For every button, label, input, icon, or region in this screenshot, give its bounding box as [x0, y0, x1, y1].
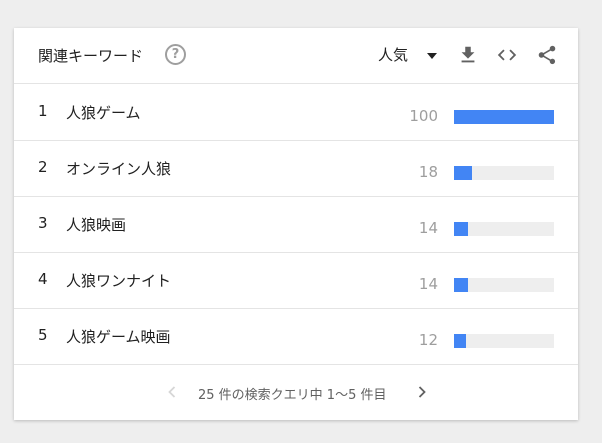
row-term[interactable]: 人狼ゲーム [66, 102, 141, 123]
table-row[interactable]: 2 オンライン人狼 18 [14, 140, 578, 197]
related-queries-card: 関連キーワード ? 人気 1 人狼ゲーム 100 2 オンライン人狼 18 3 … [14, 28, 578, 420]
value-bar [454, 278, 554, 292]
chevron-right-icon[interactable] [414, 384, 430, 400]
pagination-summary: 25 件の検索クエリ中 1〜5 件目 [198, 388, 387, 403]
row-rank: 1 [38, 102, 48, 120]
caret-down-icon[interactable] [427, 53, 437, 59]
share-icon[interactable] [536, 44, 558, 66]
table-row[interactable]: 3 人狼映画 14 [14, 196, 578, 253]
row-term[interactable]: 人狼ワンナイト [66, 270, 171, 291]
value-bar-fill [454, 166, 472, 180]
chevron-left-icon [164, 384, 180, 400]
table-row[interactable]: 5 人狼ゲーム映画 12 [14, 308, 578, 365]
row-rank: 5 [38, 326, 48, 344]
value-bar [454, 110, 554, 124]
row-term[interactable]: 人狼ゲーム映画 [66, 326, 171, 347]
card-header: 関連キーワード ? 人気 [14, 28, 578, 84]
value-bar-fill [454, 222, 468, 236]
value-bar-fill [454, 278, 468, 292]
row-term[interactable]: オンライン人狼 [66, 158, 171, 179]
value-bar-fill [454, 334, 466, 348]
row-term[interactable]: 人狼映画 [66, 214, 126, 235]
row-rank: 2 [38, 158, 48, 176]
row-value: 12 [418, 331, 438, 349]
value-bar [454, 334, 554, 348]
pagination: 25 件の検索クエリ中 1〜5 件目 [14, 364, 578, 420]
code-icon[interactable] [496, 44, 518, 66]
table-row[interactable]: 4 人狼ワンナイト 14 [14, 252, 578, 309]
row-rank: 4 [38, 270, 48, 288]
value-bar [454, 166, 554, 180]
row-value: 18 [418, 163, 438, 181]
table-row[interactable]: 1 人狼ゲーム 100 [14, 84, 578, 141]
row-value: 100 [409, 107, 438, 125]
value-bar-fill [454, 110, 554, 124]
help-icon[interactable]: ? [165, 44, 186, 65]
sort-dropdown[interactable]: 人気 [378, 44, 408, 65]
value-bar [454, 222, 554, 236]
row-value: 14 [418, 219, 438, 237]
card-title: 関連キーワード [38, 47, 144, 65]
download-icon[interactable] [457, 44, 479, 66]
row-value: 14 [418, 275, 438, 293]
row-rank: 3 [38, 214, 48, 232]
